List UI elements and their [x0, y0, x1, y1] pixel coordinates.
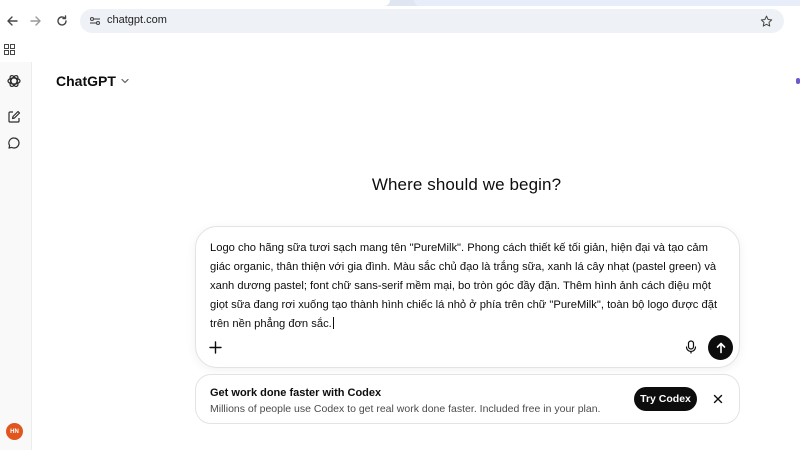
- active-tab[interactable]: [0, 0, 390, 6]
- model-name: ChatGPT: [56, 73, 116, 89]
- site-info-icon[interactable]: [88, 14, 102, 28]
- star-icon[interactable]: [758, 13, 774, 29]
- reload-icon[interactable]: [53, 12, 71, 30]
- plus-icon[interactable]: [207, 339, 223, 355]
- sidebar: [0, 62, 32, 450]
- try-codex-button[interactable]: Try Codex: [634, 387, 697, 411]
- close-icon[interactable]: [711, 392, 725, 406]
- browser-toolbar: chatgpt.com: [0, 0, 800, 62]
- heading-container: Where should we begin?: [33, 175, 800, 195]
- avatar[interactable]: HN: [6, 423, 23, 440]
- url-text[interactable]: chatgpt.com: [107, 14, 167, 26]
- chevron-down-icon: [120, 76, 130, 86]
- codex-banner-subtitle: Millions of people use Codex to get real…: [210, 403, 601, 415]
- chat-bubble-icon[interactable]: [5, 134, 23, 152]
- codex-banner: Get work done faster with Codex Millions…: [195, 374, 740, 424]
- model-picker[interactable]: ChatGPT: [56, 73, 130, 89]
- mic-icon[interactable]: [683, 339, 699, 355]
- new-chat-icon[interactable]: [5, 108, 23, 126]
- apps-grid-icon[interactable]: [4, 42, 16, 55]
- prompt-composer[interactable]: Logo cho hãng sữa tươi sạch mang tên "Pu…: [195, 226, 740, 368]
- send-button[interactable]: [708, 335, 733, 360]
- openai-logo-icon[interactable]: [5, 72, 23, 90]
- page-title: Where should we begin?: [371, 175, 562, 194]
- codex-banner-title: Get work done faster with Codex: [210, 387, 382, 399]
- prompt-input[interactable]: Logo cho hãng sữa tươi sạch mang tên "Pu…: [210, 239, 730, 334]
- scroll-indicator: [796, 78, 800, 84]
- inactive-tab[interactable]: [414, 0, 800, 6]
- forward-arrow-icon[interactable]: [27, 12, 45, 30]
- tab-strip: [0, 0, 800, 6]
- send-arrow-icon: [716, 342, 725, 353]
- back-arrow-icon[interactable]: [3, 12, 21, 30]
- address-bar[interactable]: chatgpt.com: [80, 9, 784, 33]
